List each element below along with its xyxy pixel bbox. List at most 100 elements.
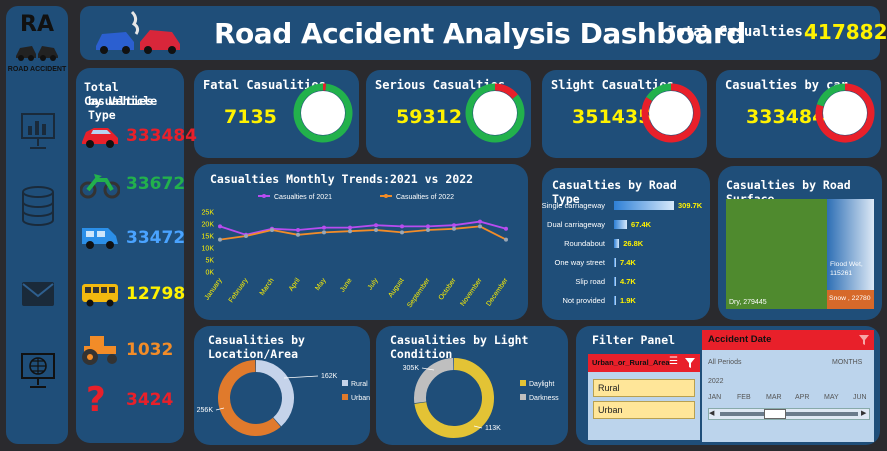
timeline-header: Accident Date [702, 330, 874, 350]
data-label: 305K [403, 365, 420, 372]
treemap-cell-dry[interactable]: Dry, 279445 [726, 199, 827, 309]
series-point [400, 224, 404, 229]
vehicle-row-motorcycle: 33672 [76, 164, 186, 208]
vehicle-row-car: 333484 [76, 116, 197, 160]
slicer-option-urban[interactable]: Urban [593, 401, 695, 419]
road-type-value: 67.4K [631, 220, 652, 229]
slicer-header: Urban_or_Rural_Area ☰ [588, 354, 700, 372]
series-point [426, 224, 430, 229]
y-tick-label: 5K [205, 258, 214, 265]
treemap-cell-snow[interactable]: Snow , 22780 [827, 290, 874, 309]
clear-filter-icon[interactable] [858, 334, 870, 346]
vehicle-type-panel: Total Casualties by Vehicle Type 333484 … [76, 68, 197, 443]
legend-label: Urban [351, 395, 370, 402]
series-line [219, 225, 507, 241]
timeline-title: Accident Date [708, 334, 772, 345]
legend-marker [384, 194, 388, 198]
filter-title: Filter Panel [592, 333, 676, 347]
vehicle-row-van: 33472 [76, 218, 186, 262]
road-type-value: 4.7K [620, 277, 636, 286]
series-point [270, 228, 274, 232]
legend-label: Casualties of 2021 [274, 194, 332, 201]
donut-slice [414, 358, 454, 404]
data-label-leader [283, 375, 319, 379]
legend-marker [262, 194, 266, 198]
road-type-value: 1.9K [620, 296, 636, 305]
series-point [218, 224, 222, 229]
timeline-scroll-thumb[interactable] [764, 409, 786, 419]
crash-cars-icon [96, 10, 180, 54]
timeline-month[interactable]: JAN [708, 394, 721, 401]
monthly-trend-panel: Casualties Monthly Trends:2021 vs 2022 C… [194, 164, 528, 320]
y-tick-label: 0K [205, 270, 214, 277]
donut-slice [218, 360, 281, 436]
question-icon: ? [86, 380, 106, 420]
road-type-label: Slip road [575, 277, 605, 286]
kpi-card-slight: Slight Casualties 351435 84.1% [542, 70, 707, 158]
kpi-card-serious: Serious Casualties 59312 14.2% [366, 70, 531, 158]
timeline-month[interactable]: MAR [766, 394, 782, 401]
tractor-icon [82, 336, 117, 365]
timeline-month[interactable]: APR [795, 394, 809, 401]
kpi-percent: 14.2% [479, 107, 511, 118]
x-tick-label: May [314, 277, 328, 292]
legend-swatch [520, 380, 526, 386]
road-type-row: Dual carriageway 67.4K [542, 217, 722, 235]
page-title: Road Accident Analysis Dashboard [214, 17, 746, 50]
timeline-scrollbar[interactable] [720, 412, 858, 416]
road-type-value: 26.8K [623, 239, 644, 248]
kpi-card-car: Casualties by car 333484 79.80% [716, 70, 881, 158]
presentation-chart-icon[interactable] [20, 110, 56, 150]
series-point [296, 232, 300, 237]
road-type-bar [614, 220, 628, 229]
sidebar: RA ROAD ACCIDENT [6, 6, 68, 444]
period-label: All Periods [708, 359, 742, 366]
legend-swatch [342, 394, 348, 400]
scroll-left-arrow[interactable]: ◀ [709, 409, 714, 417]
treemap-cell-wet[interactable]: Flood Wet, 115261 [827, 199, 874, 290]
series-point [478, 219, 482, 224]
location-panel: Casualities by Location/Area 162K 256K Rur… [194, 326, 370, 445]
treemap-label-wet: Flood Wet, 115261 [830, 261, 863, 277]
date-timeline: Accident Date All Periods MONTHS 2022 JA… [702, 330, 874, 442]
database-icon[interactable] [20, 186, 56, 226]
timeline-month[interactable]: MAY [824, 394, 839, 401]
multi-select-icon[interactable]: ☰ [669, 356, 678, 367]
y-tick-label: 15K [202, 234, 215, 241]
timeline-month[interactable]: JUN [853, 394, 867, 401]
data-label: 113K [485, 425, 501, 432]
legend-label: Rural [351, 381, 368, 388]
vehicle-value-van: 33472 [126, 228, 186, 248]
kpi-value: 7135 [224, 106, 277, 128]
treemap-label-snow: Snow , 22780 [829, 295, 871, 302]
clear-filter-icon[interactable] [684, 357, 696, 369]
series-point [374, 228, 378, 232]
trend-title: Casualties Monthly Trends:2021 vs 2022 [210, 172, 474, 186]
mail-icon[interactable] [20, 274, 56, 314]
series-point [218, 237, 222, 242]
x-tick-label: November [459, 277, 484, 308]
road-type-row: Not provided 1.9K [542, 293, 722, 311]
timeline-month[interactable]: FEB [737, 394, 751, 401]
web-monitor-icon[interactable] [20, 350, 56, 390]
scroll-right-arrow[interactable]: ▶ [861, 409, 866, 417]
series-point [478, 224, 482, 229]
header-bar: Road Accident Analysis Dashboard Total C… [80, 6, 887, 60]
road-surface-panel: Casualties by Road Surface Dry, 279445 F… [718, 166, 882, 320]
vehicle-value-tractor: 1032 [126, 340, 174, 360]
vehicle-row-other: ? 3424 [76, 380, 186, 424]
road-type-row: One way street 7.4K [542, 255, 722, 273]
slicer-title: Urban_or_Rural_Area [592, 358, 670, 367]
legend-label: Daylight [529, 381, 554, 388]
vehicle-row-bus: 12798 [76, 274, 186, 318]
legend-swatch [342, 380, 348, 386]
road-type-panel: Casualties by Road Type Single carriagew… [542, 168, 710, 320]
x-tick-label: April [288, 277, 302, 293]
logo-subtitle: ROAD ACCIDENT [7, 66, 67, 73]
logo: RA ROAD ACCIDENT [6, 10, 68, 80]
road-type-row: Single carriageway 309.7K [542, 198, 722, 216]
vehicle-value-car: 333484 [126, 126, 197, 146]
logo-text: RA [20, 12, 54, 37]
slicer-option-rural[interactable]: Rural [593, 379, 695, 397]
period-unit-dropdown[interactable]: MONTHS [832, 359, 862, 366]
